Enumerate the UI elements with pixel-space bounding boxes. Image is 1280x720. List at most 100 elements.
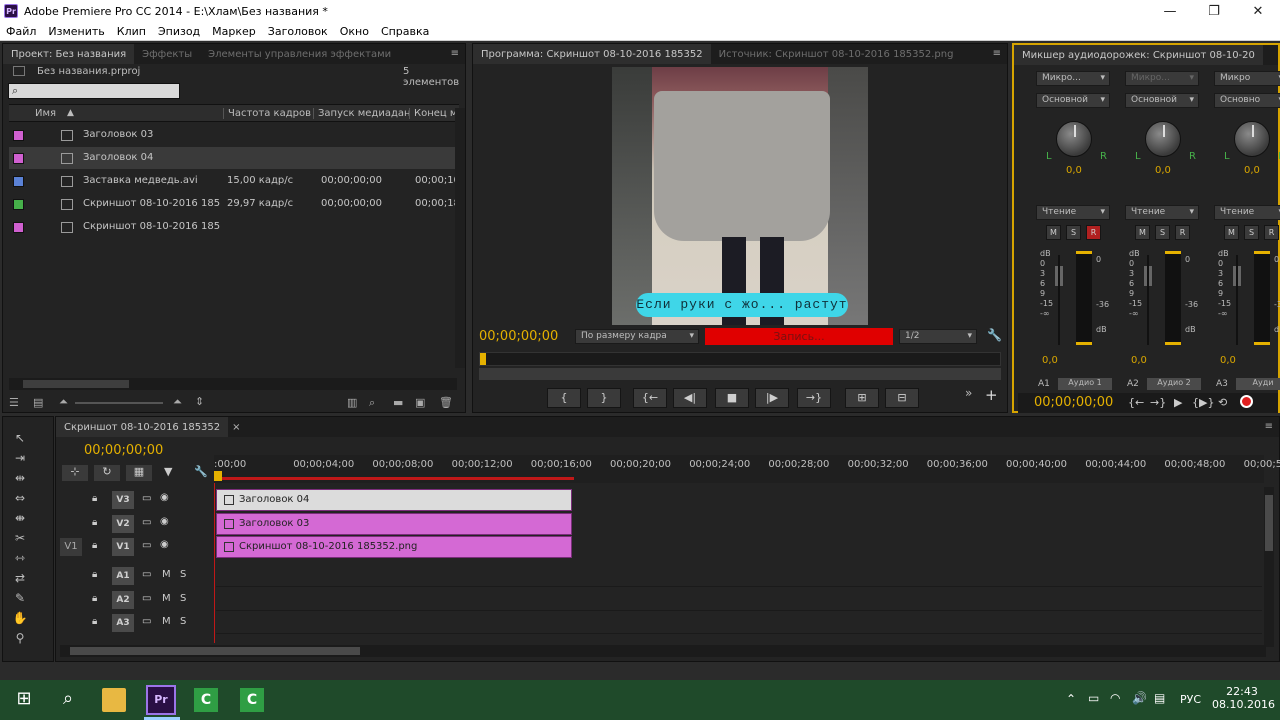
menu-window[interactable]: Окно <box>340 25 369 38</box>
minimize-icon[interactable]: — <box>1148 0 1192 22</box>
razor-tool-icon[interactable]: ✂ <box>11 531 29 547</box>
timeline-ruler[interactable]: :00;00 00;00;04;00 00;00;08;00 00;00;12;00 0… <box>214 455 1280 483</box>
send-dropdown[interactable]: Основно <box>1214 93 1280 108</box>
windows-start-icon[interactable]: ⊞ <box>12 688 36 712</box>
volume-icon[interactable]: 🔊 <box>1132 691 1147 705</box>
menu-edit[interactable]: Изменить <box>48 25 104 38</box>
sync-lock-icon[interactable]: ▭ <box>142 493 151 504</box>
icon-view-icon[interactable]: ▤ <box>33 396 43 409</box>
mute-track-button[interactable]: M <box>162 593 171 604</box>
program-zoom-scrollbar[interactable] <box>479 368 1001 380</box>
lift-icon[interactable]: ⊞ <box>845 388 879 408</box>
input-dropdown[interactable]: Микро... <box>1125 71 1199 86</box>
pan-knob[interactable] <box>1145 121 1181 157</box>
mute-track-button[interactable]: M <box>162 616 171 627</box>
new-bin-icon[interactable]: ▬ <box>393 396 403 409</box>
input-dropdown[interactable]: Микро <box>1214 71 1280 86</box>
play-icon[interactable]: ▶ <box>1174 396 1182 409</box>
mute-button[interactable]: M <box>1135 225 1150 240</box>
go-to-in-icon[interactable]: {← <box>633 388 667 408</box>
mute-button[interactable]: M <box>1046 225 1061 240</box>
linked-selection-icon[interactable]: ↻ <box>94 465 120 481</box>
mark-out-icon[interactable]: } <box>587 388 621 408</box>
menu-help[interactable]: Справка <box>381 25 429 38</box>
wrench-icon[interactable]: 🔧 <box>987 328 1002 342</box>
track-name-field[interactable]: Аудио 1 <box>1058 378 1112 390</box>
close-tab-icon[interactable]: × <box>232 422 240 433</box>
go-to-out-icon[interactable]: →} <box>1150 396 1166 409</box>
wifi-icon[interactable]: ◠ <box>1110 691 1120 705</box>
sort-icon[interactable]: ⇕ <box>195 395 204 408</box>
go-to-in-icon[interactable]: {← <box>1128 396 1144 409</box>
button-editor-icon[interactable]: + <box>985 386 998 404</box>
pan-value[interactable]: 0,0 <box>1244 165 1260 176</box>
selection-tool-icon[interactable]: ↖ <box>11 431 29 447</box>
menu-marker[interactable]: Маркер <box>212 25 256 38</box>
timeline-vertical-scrollbar[interactable] <box>1264 487 1274 647</box>
send-dropdown[interactable]: Основной <box>1036 93 1110 108</box>
project-item[interactable]: Заголовок 04 <box>9 147 455 169</box>
zoom-tool-icon[interactable]: ⚲ <box>11 631 29 647</box>
marker-icon[interactable]: ▼ <box>164 465 172 478</box>
playhead[interactable] <box>214 471 222 481</box>
audio-track-lane[interactable] <box>216 589 1262 611</box>
go-to-out-icon[interactable]: →} <box>797 388 831 408</box>
project-search-input[interactable]: ⌕ <box>8 83 180 99</box>
eye-icon[interactable]: ◉ <box>160 516 169 527</box>
project-item[interactable]: Заставка медведь.avi 15,00 кадр/с 00;00;00… <box>9 170 460 192</box>
menu-file[interactable]: Файл <box>6 25 36 38</box>
language-indicator[interactable]: РУС <box>1180 693 1201 706</box>
label-color-swatch[interactable] <box>13 129 24 141</box>
step-back-icon[interactable]: ◀| <box>673 388 707 408</box>
pan-knob[interactable] <box>1056 121 1092 157</box>
track-target-label[interactable]: A2 <box>112 590 134 609</box>
volume-value[interactable]: 0,0 <box>1042 355 1058 366</box>
eye-icon[interactable]: ◉ <box>160 539 169 550</box>
audio-track-lane[interactable] <box>216 565 1262 587</box>
timeline-horizontal-scrollbar[interactable] <box>60 645 1266 657</box>
tab-program[interactable]: Программа: Скриншот 08-10-2016 185352 <box>473 44 711 64</box>
program-timecode[interactable]: 00;00;00;00 <box>479 329 558 344</box>
track-target-label[interactable]: A3 <box>112 614 134 632</box>
panel-menu-icon[interactable]: ≡ <box>451 48 459 59</box>
timeline-timecode[interactable]: 00;00;00;00 <box>84 443 163 458</box>
more-controls-icon[interactable]: » <box>965 386 972 400</box>
panel-menu-icon[interactable]: ≡ <box>993 48 1001 59</box>
menu-clip[interactable]: Клип <box>117 25 146 38</box>
col-media-start[interactable]: Запуск медиаданн <box>313 108 409 119</box>
timeline-clip[interactable]: Скриншот 08-10-2016 185352.png <box>216 536 572 558</box>
play-in-to-out-icon[interactable]: {▶} <box>1192 396 1214 409</box>
tab-audio-mixer[interactable]: Микшер аудиодорожек: Скриншот 08-10-20 <box>1014 45 1263 65</box>
loop-icon[interactable]: ⟲ <box>1218 396 1227 409</box>
camtasia-studio-icon[interactable]: C <box>240 688 264 712</box>
sync-lock-icon[interactable]: ▭ <box>142 517 151 528</box>
eye-icon[interactable]: ◉ <box>160 492 169 503</box>
automation-mode-dropdown[interactable]: Чтение <box>1036 205 1110 220</box>
notifications-icon[interactable]: ▤ <box>1154 691 1165 705</box>
tab-effects[interactable]: Эффекты <box>134 44 200 64</box>
snap-icon[interactable]: ⊹ <box>62 465 88 481</box>
tab-project[interactable]: Проект: Без названия <box>3 44 135 64</box>
fit-dropdown[interactable]: По размеру кадра <box>575 329 699 344</box>
automation-mode-dropdown[interactable]: Чтение <box>1214 205 1280 220</box>
new-item-icon[interactable]: ▣ <box>415 396 425 409</box>
tab-sequence[interactable]: Скриншот 08-10-2016 185352 <box>56 417 229 437</box>
menu-sequence[interactable]: Эпизод <box>158 25 200 38</box>
track-target-label[interactable]: V3 <box>112 491 134 509</box>
project-vertical-scrollbar[interactable] <box>455 108 465 368</box>
col-framerate[interactable]: Частота кадров <box>223 108 311 119</box>
pan-value[interactable]: 0,0 <box>1066 165 1082 176</box>
extract-icon[interactable]: ⊟ <box>885 388 919 408</box>
label-color-swatch[interactable] <box>13 152 24 164</box>
lock-icon[interactable]: 🔒︎ <box>92 517 97 528</box>
sync-lock-icon[interactable]: ▭ <box>142 616 151 627</box>
pan-knob[interactable] <box>1234 121 1270 157</box>
tray-overflow-icon[interactable]: ⌃ <box>1066 692 1076 706</box>
automate-to-sequence-icon[interactable]: ▥ <box>347 396 357 409</box>
record-enable-button[interactable]: R <box>1264 225 1279 240</box>
record-button[interactable] <box>1240 395 1253 408</box>
timeline-settings-icon[interactable]: 🔧 <box>194 465 208 478</box>
mute-button[interactable]: M <box>1224 225 1239 240</box>
automation-mode-dropdown[interactable]: Чтение <box>1125 205 1199 220</box>
project-item[interactable]: Скриншот 08-10-2016 185 29,97 кадр/с 00;00… <box>9 193 460 215</box>
